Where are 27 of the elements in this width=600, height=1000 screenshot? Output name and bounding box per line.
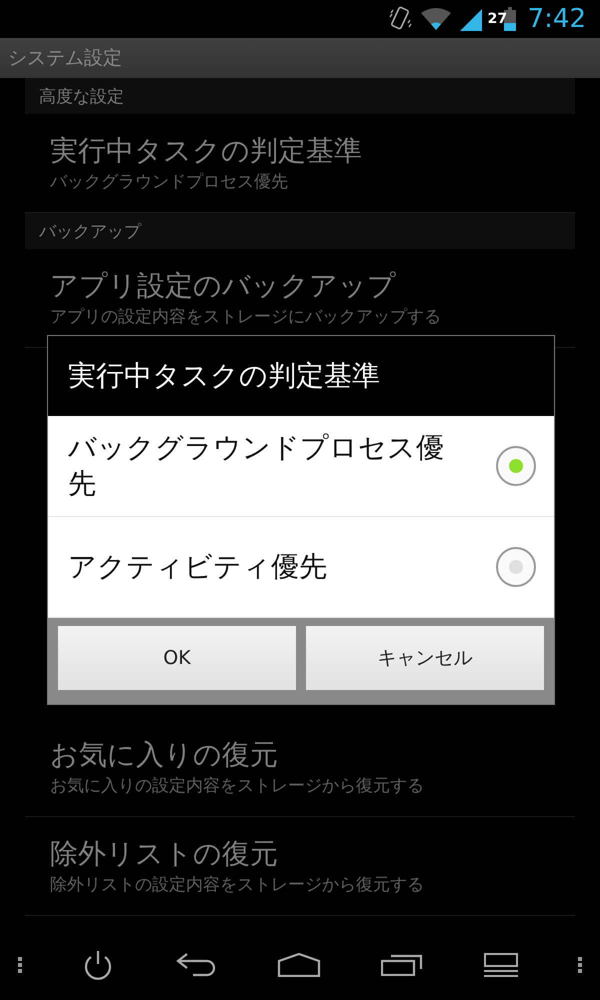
dialog-button[interactable]: キャンセル [306,626,544,690]
app-title: システム設定 [8,46,122,71]
setting-summary: お気に入りの設定内容をストレージから復元する [50,774,424,797]
battery-level: 27 [488,11,508,27]
section-title: 高度な設定 [39,86,124,108]
keyboard-icon[interactable] [484,953,518,977]
setting-summary: バックグラウンドプロセス優先 [50,170,288,193]
signal-icon [460,7,482,31]
setting-title[interactable]: 実行中タスクの判定基準 [50,133,362,170]
setting-summary: 除外リストの設定内容をストレージから復元する [50,874,424,896]
overflow-menu-icon[interactable] [18,957,22,973]
overflow-menu-icon[interactable] [578,957,582,973]
wifi-icon [420,7,452,31]
back-icon[interactable] [174,952,217,978]
setting-title[interactable]: お気に入りの復元 [50,737,278,774]
recent-apps-icon[interactable] [381,954,424,976]
dialog-button[interactable]: OK [58,626,296,690]
setting-summary: アプリの設定内容をストレージにバックアップする [50,306,441,328]
setting-title[interactable]: 除外リストの復元 [50,836,278,873]
dialog-title: 実行中タスクの判定基準 [68,358,380,394]
clock-time: 7:42 [528,4,586,34]
radio-option[interactable]: バックグラウンドプロセス優先 [48,416,554,517]
radio-button[interactable] [496,547,536,587]
radio-button[interactable] [496,446,536,486]
setting-title[interactable]: アプリ設定のバックアップ [50,268,396,305]
home-icon[interactable] [276,953,321,977]
section-title: バックアップ [39,220,141,242]
